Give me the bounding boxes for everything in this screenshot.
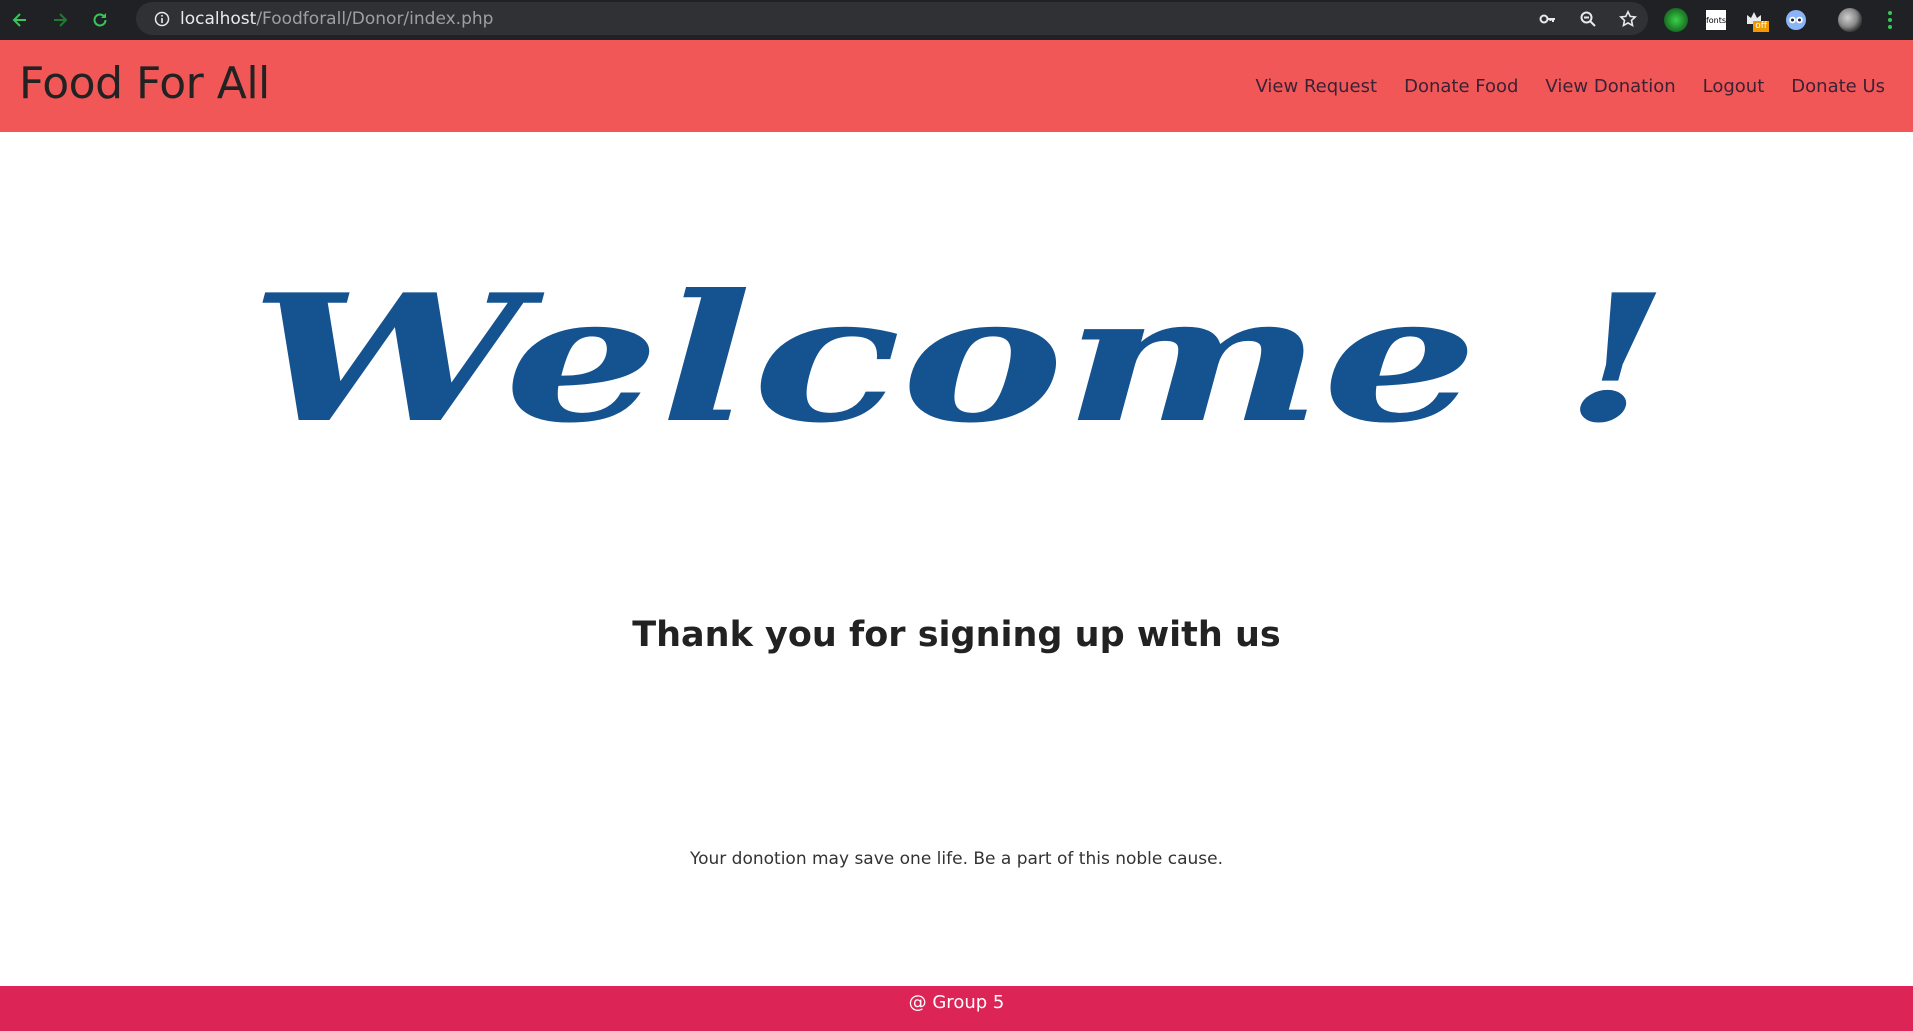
key-icon[interactable]: [1528, 10, 1568, 28]
arrow-left-icon: [12, 13, 26, 27]
url-text: localhost/Foodforall/Donor/index.php: [180, 9, 493, 29]
site-info-icon[interactable]: [144, 11, 180, 27]
back-button[interactable]: [0, 0, 40, 40]
nav-view-donation[interactable]: View Donation: [1545, 76, 1675, 97]
eyes-extension-icon: [1786, 10, 1806, 30]
thanks-heading: Thank you for signing up with us: [632, 615, 1281, 655]
reload-button[interactable]: [80, 0, 120, 40]
browser-toolbar: localhost/Foodforall/Donor/index.php fon…: [0, 0, 1913, 40]
forward-button[interactable]: [40, 0, 80, 40]
footer-text: @ Group 5: [908, 992, 1005, 1013]
extension-fonts-button[interactable]: fonts: [1696, 0, 1736, 40]
welcome-text: Welcome !: [250, 270, 1670, 450]
address-bar[interactable]: localhost/Foodforall/Donor/index.php: [136, 2, 1648, 35]
url-path: /Foodforall/Donor/index.php: [256, 8, 494, 29]
nav-donate-us[interactable]: Donate Us: [1791, 76, 1885, 97]
nav-view-request[interactable]: View Request: [1256, 76, 1378, 97]
zoom-icon[interactable]: [1568, 10, 1608, 28]
site-footer: @ Group 5: [0, 986, 1913, 1031]
main-nav: View Request Donate Food View Donation L…: [1256, 76, 1885, 97]
bookmark-star-icon[interactable]: [1608, 9, 1648, 28]
nav-logout[interactable]: Logout: [1703, 76, 1765, 97]
nav-donate-food[interactable]: Donate Food: [1404, 76, 1518, 97]
honey-extension-icon: off: [1745, 8, 1769, 32]
tagline-text: Your donotion may save one life. Be a pa…: [689, 849, 1224, 869]
extension-green-button[interactable]: [1656, 0, 1696, 40]
globe-extension-icon: [1664, 8, 1688, 32]
url-host: localhost: [180, 8, 257, 29]
fonts-extension-icon: fonts: [1706, 10, 1726, 30]
brand-logo-link[interactable]: Food For All: [19, 58, 270, 109]
menu-button[interactable]: [1870, 0, 1910, 40]
site-header: Food For All View Request Donate Food Vi…: [0, 40, 1913, 132]
extension-eyes-button[interactable]: [1776, 0, 1816, 40]
kebab-menu-icon: [1888, 11, 1892, 29]
welcome-banner-image: Welcome !: [240, 257, 1680, 462]
off-badge: off: [1753, 21, 1769, 32]
extension-off-button[interactable]: off: [1736, 0, 1776, 40]
reload-icon: [93, 13, 107, 27]
profile-button[interactable]: [1830, 0, 1870, 40]
welcome-script-graphic: Welcome !: [250, 257, 1670, 462]
arrow-right-icon: [54, 13, 68, 27]
profile-avatar: [1838, 8, 1862, 32]
